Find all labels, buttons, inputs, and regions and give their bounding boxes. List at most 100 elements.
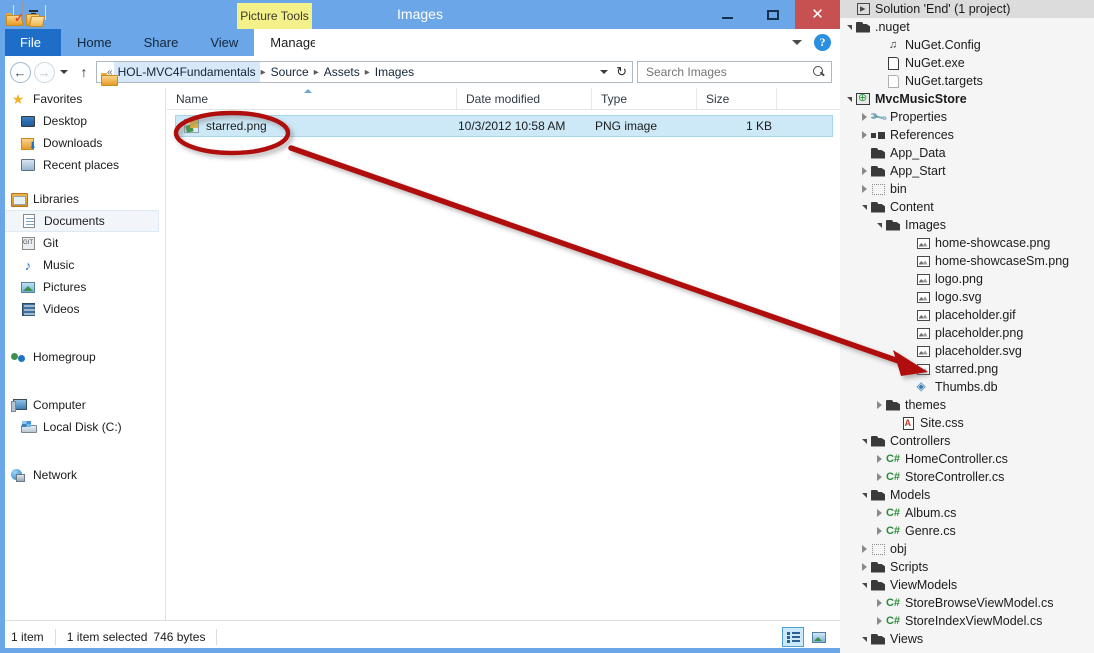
tree-node-storecontroller-cs[interactable]: C#StoreController.cs (840, 468, 1094, 486)
maximize-button[interactable] (750, 0, 795, 29)
breadcrumb-assets[interactable]: Assets (320, 65, 364, 79)
tree-node-homecontroller-cs[interactable]: C#HomeController.cs (840, 450, 1094, 468)
expander-collapsed-icon[interactable] (859, 185, 870, 193)
tree-node-logo-svg[interactable]: logo.svg (840, 288, 1094, 306)
up-button[interactable]: ↑ (72, 60, 96, 84)
breadcrumb-sep-2[interactable]: ▸ (313, 67, 320, 78)
help-icon[interactable]: ? (814, 34, 831, 51)
nav-documents[interactable]: Documents (0, 210, 159, 232)
expander-collapsed-icon[interactable] (874, 509, 885, 517)
tree-node-storebrowseviewmodel-cs[interactable]: C#StoreBrowseViewModel.cs (840, 594, 1094, 612)
tab-home[interactable]: Home (61, 29, 128, 56)
tab-view[interactable]: View (194, 29, 254, 56)
tree-node-logo-png[interactable]: logo.png (840, 270, 1094, 288)
column-header-size[interactable]: Size (697, 88, 777, 110)
nav-music[interactable]: ♪ Music (0, 254, 165, 276)
minimize-button[interactable] (705, 0, 750, 29)
tree-node-placeholder-png[interactable]: placeholder.png (840, 324, 1094, 342)
tab-share[interactable]: Share (128, 29, 195, 56)
search-input[interactable] (644, 64, 813, 80)
address-history-chevron-icon[interactable] (600, 70, 608, 74)
expander-expanded-icon[interactable] (844, 25, 855, 30)
tree-node-nuget-exe[interactable]: NuGet.exe (840, 54, 1094, 72)
nav-homegroup[interactable]: Homegroup (0, 346, 165, 368)
nav-network[interactable]: Network (0, 464, 165, 486)
forward-button[interactable]: → (32, 60, 56, 84)
breadcrumb-sep-1[interactable]: ▸ (260, 67, 267, 78)
tree-node-models[interactable]: Models (840, 486, 1094, 504)
tree-node-home-showcase-png[interactable]: home-showcase.png (840, 234, 1094, 252)
tree-node-storeindexviewmodel-cs[interactable]: C#StoreIndexViewModel.cs (840, 612, 1094, 630)
expander-collapsed-icon[interactable] (874, 527, 885, 535)
table-row[interactable]: starred.png 10/3/2012 10:58 AM PNG image… (175, 115, 833, 137)
tree-node-nuget-config[interactable]: ♫NuGet.Config (840, 36, 1094, 54)
tree-node-content[interactable]: Content (840, 198, 1094, 216)
tree-node-app-data[interactable]: App_Data (840, 144, 1094, 162)
expander-collapsed-icon[interactable] (874, 401, 885, 409)
search-box[interactable] (637, 61, 832, 83)
tree-node-viewmodels[interactable]: ViewModels (840, 576, 1094, 594)
close-button[interactable]: ✕ (795, 0, 840, 29)
nav-recent-places[interactable]: Recent places (0, 154, 165, 176)
refresh-icon[interactable]: ↻ (616, 64, 627, 80)
column-header-name[interactable]: Name (167, 88, 457, 110)
nav-local-disk-c[interactable]: Local Disk (C:) (0, 416, 165, 438)
tree-node-scripts[interactable]: Scripts (840, 558, 1094, 576)
expander-collapsed-icon[interactable] (874, 599, 885, 607)
expander-expanded-icon[interactable] (874, 223, 885, 228)
expander-collapsed-icon[interactable] (874, 473, 885, 481)
tree-node-nuget-targets[interactable]: NuGet.targets (840, 72, 1094, 90)
nav-downloads[interactable]: Downloads (0, 132, 165, 154)
expander-expanded-icon[interactable] (859, 583, 870, 588)
tree-node-home-showcasesm-png[interactable]: home-showcaseSm.png (840, 252, 1094, 270)
tree-node-solution-end-1-project[interactable]: Solution 'End' (1 project) (840, 0, 1094, 18)
tree-node-obj[interactable]: obj (840, 540, 1094, 558)
tree-node-app-start[interactable]: App_Start (840, 162, 1094, 180)
tree-node-starred-png[interactable]: starred.png (840, 360, 1094, 378)
tree-node-placeholder-gif[interactable]: placeholder.gif (840, 306, 1094, 324)
breadcrumb-source[interactable]: Source (267, 65, 313, 79)
tree-node-controllers[interactable]: Controllers (840, 432, 1094, 450)
nav-favorites[interactable]: ★ Favorites (0, 88, 165, 110)
tree-node-images[interactable]: Images (840, 216, 1094, 234)
expander-expanded-icon[interactable] (859, 205, 870, 210)
large-icons-view-button[interactable] (808, 627, 830, 647)
tree-node-nuget[interactable]: .nuget (840, 18, 1094, 36)
column-header-type[interactable]: Type (592, 88, 697, 110)
nav-videos[interactable]: Videos (0, 298, 165, 320)
expander-expanded-icon[interactable] (859, 637, 870, 642)
expander-collapsed-icon[interactable] (874, 617, 885, 625)
expander-collapsed-icon[interactable] (859, 563, 870, 571)
tree-node-bin[interactable]: bin (840, 180, 1094, 198)
tree-node-themes[interactable]: themes (840, 396, 1094, 414)
details-view-button[interactable] (782, 627, 804, 647)
expander-collapsed-icon[interactable] (874, 455, 885, 463)
nav-desktop[interactable]: Desktop (0, 110, 165, 132)
tree-node-thumbs-db[interactable]: Thumbs.db (840, 378, 1094, 396)
tab-file[interactable]: File (0, 29, 61, 56)
back-button[interactable]: ← (8, 60, 32, 84)
recent-locations-dropdown[interactable] (56, 60, 72, 84)
tree-node-properties[interactable]: 🔧Properties (840, 108, 1094, 126)
tree-node-placeholder-svg[interactable]: placeholder.svg (840, 342, 1094, 360)
nav-computer[interactable]: Computer (0, 394, 165, 416)
breadcrumb-images[interactable]: Images (371, 65, 418, 79)
nav-libraries[interactable]: Libraries (0, 188, 165, 210)
chevron-down-icon[interactable] (792, 40, 802, 45)
expander-collapsed-icon[interactable] (859, 545, 870, 553)
breadcrumb-hol-mvc4fundamentals[interactable]: HOL-MVC4Fundamentals (114, 62, 260, 82)
tree-node-genre-cs[interactable]: C#Genre.cs (840, 522, 1094, 540)
tree-node-views[interactable]: Views (840, 630, 1094, 648)
tree-node-references[interactable]: References (840, 126, 1094, 144)
tree-node-album-cs[interactable]: C#Album.cs (840, 504, 1094, 522)
tree-node-mvcmusicstore[interactable]: MvcMusicStore (840, 90, 1094, 108)
expander-expanded-icon[interactable] (859, 439, 870, 444)
nav-git[interactable]: GIT Git (0, 232, 165, 254)
address-breadcrumb-bar[interactable]: « HOL-MVC4Fundamentals ▸ Source ▸ Assets… (96, 61, 633, 83)
expander-expanded-icon[interactable] (859, 493, 870, 498)
expander-collapsed-icon[interactable] (859, 167, 870, 175)
tree-node-site-css[interactable]: Site.css (840, 414, 1094, 432)
expander-collapsed-icon[interactable] (859, 131, 870, 139)
column-header-date-modified[interactable]: Date modified (457, 88, 592, 110)
nav-pictures[interactable]: Pictures (0, 276, 165, 298)
